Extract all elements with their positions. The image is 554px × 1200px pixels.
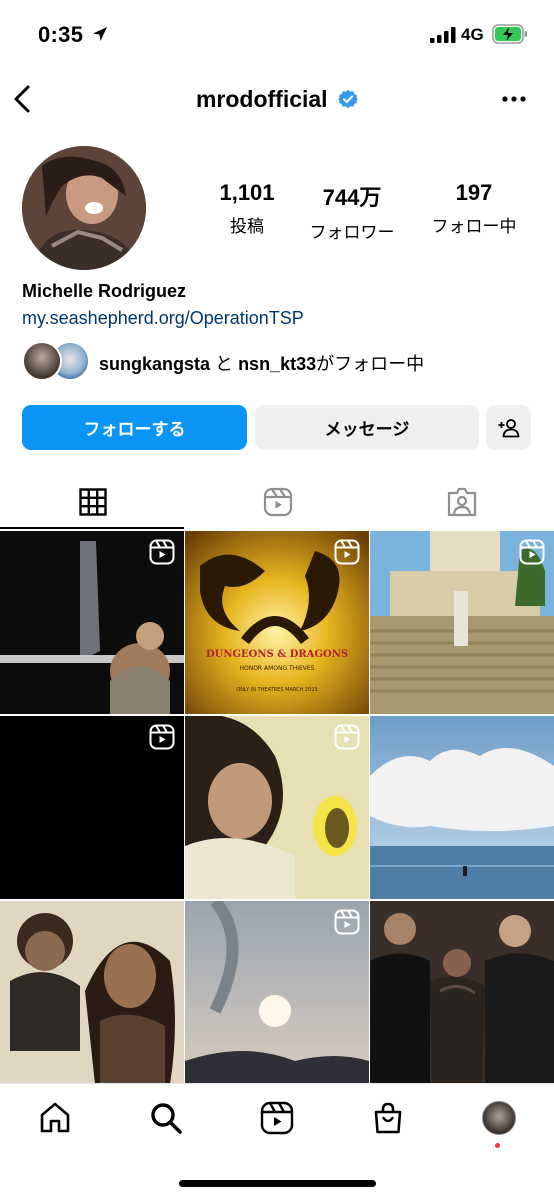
username: mrodofficial <box>195 86 328 112</box>
grid-icon <box>78 488 107 516</box>
follower-avatar-1 <box>22 341 62 381</box>
followers-count: 744万 <box>322 185 382 210</box>
nav-shop[interactable] <box>368 1098 408 1138</box>
post-tile[interactable]: DUNGEONS & DRAGONS HONOR AMONG THIEVES O… <box>185 531 369 714</box>
more-options-icon[interactable] <box>500 88 528 110</box>
battery-charging-icon <box>492 24 527 44</box>
active-tab-indicator <box>0 527 184 529</box>
poster-title: DUNGEONS & DRAGONS <box>205 649 349 660</box>
reel-icon <box>519 539 545 565</box>
followers-stat[interactable]: 744万 フォロワー <box>292 180 412 243</box>
add-person-icon <box>498 418 519 437</box>
shopping-bag-icon <box>374 1102 402 1134</box>
verified-badge-icon <box>338 89 359 109</box>
posts-label: 投稿 <box>230 217 264 236</box>
post-tile[interactable] <box>370 901 554 1084</box>
nav-home[interactable] <box>35 1098 75 1138</box>
profile-name: Michelle Rodriguez <box>22 281 187 301</box>
poster-note: ONLY IN THEATRES MARCH 2023 <box>236 687 318 693</box>
message-button[interactable]: メッセージ <box>255 405 479 450</box>
profile-tabs <box>0 474 554 530</box>
followed-connector: と <box>215 354 234 374</box>
reels-icon <box>263 487 292 517</box>
followers-label: フォロワー <box>309 223 395 242</box>
posts-stat[interactable]: 1,101 投稿 <box>187 180 307 237</box>
profile-header: mrodofficial <box>0 70 554 128</box>
reel-icon <box>334 539 360 565</box>
follower-name-1: sungkangsta <box>99 354 211 374</box>
post-tile[interactable] <box>370 531 554 714</box>
tagged-icon <box>447 487 476 517</box>
tab-tagged[interactable] <box>369 474 554 530</box>
post-tile[interactable] <box>185 716 369 899</box>
posts-count: 1,101 <box>219 180 275 205</box>
post-thumbnail <box>0 901 184 1084</box>
username-title: mrodofficial <box>0 86 554 113</box>
following-count: 197 <box>455 180 493 205</box>
tab-grid[interactable] <box>0 474 185 530</box>
network-type: 4G <box>461 25 484 44</box>
tab-reels[interactable] <box>185 474 370 530</box>
followed-suffix: がフォロー中 <box>316 354 425 374</box>
following-stat[interactable]: 197 フォロー中 <box>414 180 534 237</box>
reel-icon <box>334 724 360 750</box>
followed-by-text: sungkangsta と nsn_kt33がフォロー中 <box>99 350 424 376</box>
location-arrow-icon <box>93 27 107 41</box>
profile-website-link[interactable]: my.seashepherd.org/OperationTSP <box>22 308 304 329</box>
post-tile[interactable] <box>185 901 369 1084</box>
followed-by-row[interactable]: sungkangsta と nsn_kt33がフォロー中 <box>22 341 542 385</box>
poster-subtitle: HONOR AMONG THIEVES <box>239 665 315 672</box>
reel-icon <box>334 909 360 935</box>
posts-grid: DUNGEONS & DRAGONS HONOR AMONG THIEVES O… <box>0 531 554 1084</box>
status-bar: 0:35 4G <box>0 0 554 70</box>
home-indicator <box>179 1180 376 1187</box>
post-tile[interactable] <box>370 716 554 899</box>
home-icon <box>40 1102 70 1133</box>
post-thumbnail <box>370 901 554 1084</box>
nav-search[interactable] <box>146 1098 186 1138</box>
cellular-signal-icon <box>430 27 456 43</box>
status-time: 0:35 <box>38 22 84 47</box>
reels-icon <box>260 1101 294 1135</box>
follower-name-2: nsn_kt33 <box>238 354 317 374</box>
reel-icon <box>149 539 175 565</box>
profile-avatar[interactable] <box>22 146 146 270</box>
suggested-users-button[interactable] <box>486 405 531 450</box>
reel-icon <box>149 724 175 750</box>
own-profile-avatar <box>482 1101 516 1135</box>
avatar-photo <box>22 146 146 270</box>
nav-profile[interactable] <box>479 1098 519 1138</box>
following-label: フォロー中 <box>431 217 517 236</box>
nav-reels[interactable] <box>257 1098 297 1138</box>
search-icon <box>151 1103 182 1134</box>
follow-button[interactable]: フォローする <box>22 405 247 450</box>
post-tile[interactable] <box>0 531 184 714</box>
post-tile[interactable] <box>0 716 184 899</box>
post-tile[interactable] <box>0 901 184 1084</box>
notification-dot <box>495 1143 500 1148</box>
post-thumbnail <box>370 716 554 899</box>
